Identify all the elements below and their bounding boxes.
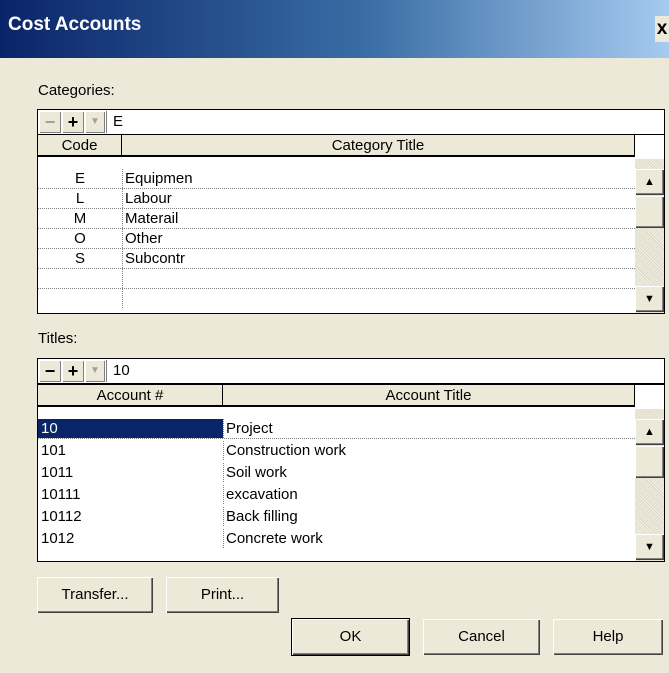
table-row[interactable] <box>38 289 635 309</box>
transfer-button[interactable]: Transfer... <box>37 577 153 613</box>
scroll-thumb[interactable] <box>635 446 664 478</box>
categories-grid: Code Category Title E Equipmen L Labour … <box>37 134 665 314</box>
print-button[interactable]: Print... <box>166 577 279 613</box>
titles-grid: Account # Account Title 10 Project 101 C… <box>37 384 665 562</box>
account-number: 10111 <box>41 486 81 503</box>
account-title: Construction work <box>223 441 635 460</box>
account-number: 1011 <box>41 464 74 481</box>
table-row[interactable]: 101 Construction work <box>38 441 635 461</box>
account-number: 1012 <box>41 530 75 547</box>
table-row[interactable]: 1011 Soil work <box>38 463 635 483</box>
category-code <box>38 289 122 308</box>
scroll-down-icon[interactable]: ▼ <box>635 534 664 560</box>
categories-code-input[interactable]: E <box>106 111 663 133</box>
categories-remove-button[interactable]: − <box>39 111 61 133</box>
category-code: L <box>75 190 85 207</box>
categories-scrollbar[interactable]: ▲ ▼ <box>635 159 664 313</box>
titles-remove-button[interactable]: − <box>39 360 61 382</box>
scroll-up-icon[interactable]: ▲ <box>635 169 664 195</box>
categories-dropdown-button[interactable]: ▼ <box>85 111 105 133</box>
category-title: Subcontr <box>122 249 635 268</box>
category-code: E <box>74 170 85 187</box>
category-title: Materail <box>122 209 635 228</box>
table-row[interactable]: O Other <box>38 229 635 249</box>
table-row[interactable]: 10 Project <box>38 419 635 439</box>
column-header-account-title[interactable]: Account Title <box>223 385 635 407</box>
cancel-button[interactable]: Cancel <box>423 619 540 655</box>
account-title: Concrete work <box>223 529 635 548</box>
table-row[interactable]: E Equipmen <box>38 169 635 189</box>
table-row[interactable]: 10112 Back filling <box>38 507 635 527</box>
category-title: Equipmen <box>122 169 635 188</box>
titles-dropdown-button[interactable]: ▼ <box>85 360 105 382</box>
category-title: Other <box>122 229 635 248</box>
account-title: excavation <box>223 485 635 504</box>
category-code: M <box>73 210 87 227</box>
scroll-up-icon[interactable]: ▲ <box>635 419 664 445</box>
account-number: 101 <box>41 442 67 459</box>
table-row[interactable]: S Subcontr <box>38 249 635 269</box>
account-number: 10112 <box>41 508 82 525</box>
category-title: Labour <box>122 189 635 208</box>
account-title: Back filling <box>223 507 635 526</box>
titles-add-button[interactable]: + <box>62 360 84 382</box>
category-code: S <box>74 250 85 267</box>
table-row[interactable]: L Labour <box>38 189 635 209</box>
titles-toolbar: − + ▼ 10 <box>37 358 665 384</box>
scroll-down-icon[interactable]: ▼ <box>635 286 664 312</box>
scroll-thumb[interactable] <box>635 196 664 228</box>
categories-label: Categories: <box>38 82 115 99</box>
titles-label: Titles: <box>38 330 78 347</box>
column-header-account-number[interactable]: Account # <box>38 385 223 407</box>
table-row[interactable]: M Materail <box>38 209 635 229</box>
category-code <box>38 269 122 288</box>
account-title: Soil work <box>223 463 635 482</box>
categories-toolbar: − + ▼ E <box>37 109 665 135</box>
column-header-code[interactable]: Code <box>38 135 122 157</box>
categories-add-button[interactable]: + <box>62 111 84 133</box>
window-title: Cost Accounts <box>8 14 142 35</box>
table-row[interactable]: 10111 excavation <box>38 485 635 505</box>
ok-button[interactable]: OK <box>291 618 410 656</box>
account-title: Project <box>223 419 635 438</box>
titles-scrollbar[interactable]: ▲ ▼ <box>635 409 664 561</box>
titles-account-input[interactable]: 10 <box>106 360 663 382</box>
close-icon[interactable]: x <box>655 16 669 42</box>
table-row[interactable]: 1012 Concrete work <box>38 529 635 549</box>
title-bar: Cost Accounts x <box>0 0 669 58</box>
table-row[interactable] <box>38 269 635 289</box>
help-button[interactable]: Help <box>553 619 663 655</box>
column-header-category-title[interactable]: Category Title <box>122 135 635 157</box>
category-title <box>122 289 633 308</box>
category-code: O <box>74 230 86 247</box>
category-title <box>122 269 635 288</box>
account-number: 10 <box>38 419 223 438</box>
